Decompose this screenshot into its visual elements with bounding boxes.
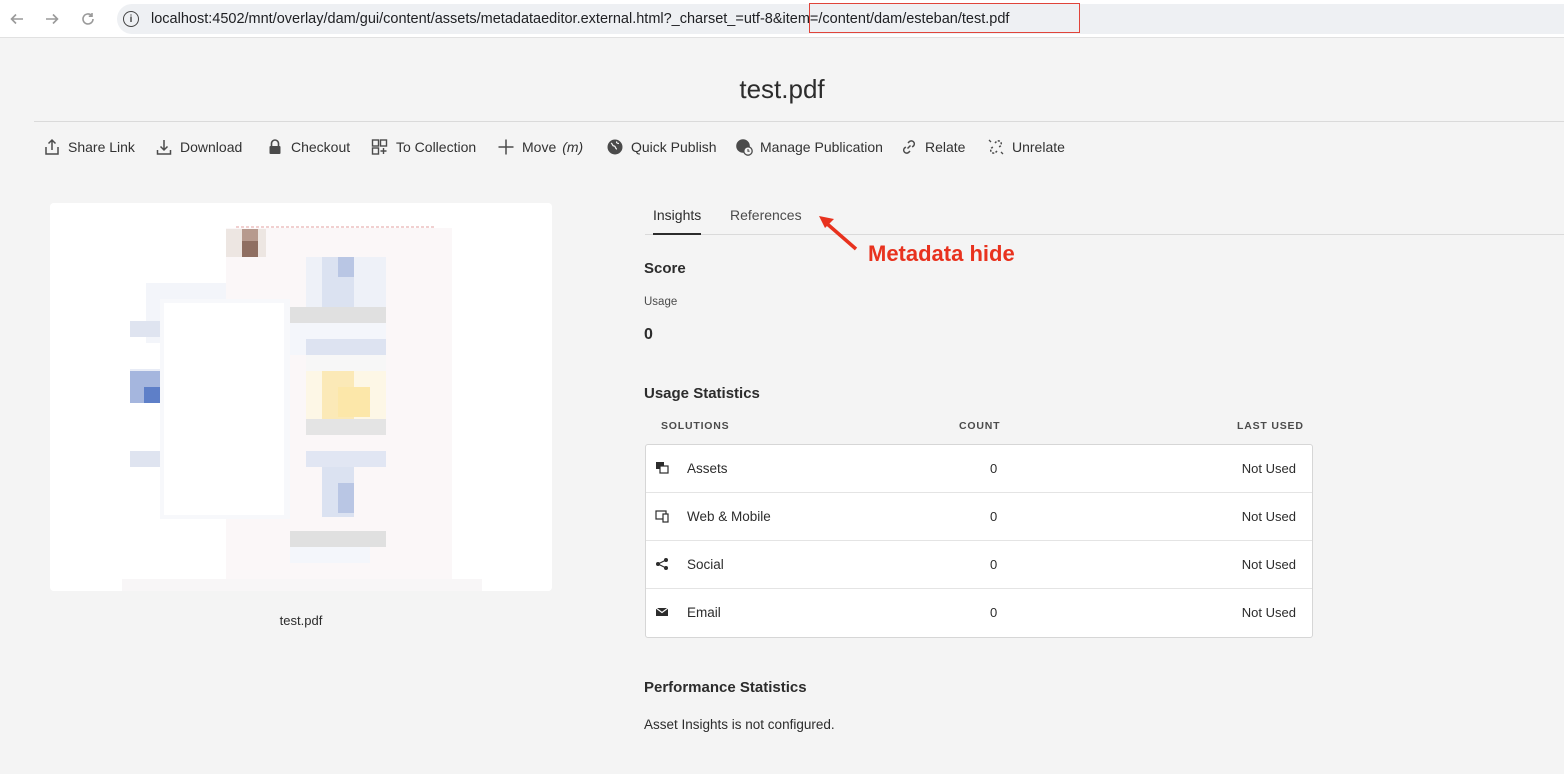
unrelate-button[interactable]: Unrelate (987, 134, 1065, 160)
asset-preview[interactable] (50, 203, 552, 591)
solution-name: Email (687, 605, 721, 620)
performance-statistics-heading: Performance Statistics (644, 679, 807, 696)
usage-label: Usage (644, 296, 678, 308)
checkout-button[interactable]: Checkout (266, 134, 350, 160)
back-button[interactable] (7, 9, 27, 29)
share-link-button[interactable]: Share Link (43, 134, 135, 160)
link-icon (902, 140, 916, 154)
download-icon (156, 140, 172, 155)
move-shortcut: (m) (562, 139, 584, 155)
solution-count: 0 (990, 461, 998, 476)
relate-button[interactable]: Relate (900, 134, 965, 160)
performance-statistics-message: Asset Insights is not configured. (644, 717, 835, 732)
move-button[interactable]: Move (m) (497, 134, 583, 160)
preview-caption: test.pdf (279, 613, 323, 628)
manage-publication-label: Manage Publication (760, 139, 883, 155)
relate-label: Relate (925, 139, 966, 155)
solution-last-used: Not Used (1241, 461, 1296, 476)
tab-references[interactable]: References (730, 196, 802, 234)
to-collection-label: To Collection (396, 139, 477, 155)
reload-icon (82, 13, 94, 25)
url-highlight-box (809, 3, 1080, 33)
solution-last-used: Not Used (1241, 605, 1296, 620)
download-label: Download (180, 139, 243, 155)
column-header-last-used: LAST USED (1237, 420, 1304, 432)
move-icon (498, 139, 514, 155)
score-heading: Score (644, 260, 686, 277)
solution-name: Web & Mobile (687, 509, 771, 524)
table-row: Social 0 Not Used (646, 541, 1312, 589)
globe-clock-icon (736, 139, 753, 156)
download-button[interactable]: Download (155, 134, 242, 160)
unrelate-label: Unrelate (1012, 139, 1065, 155)
solution-count: 0 (990, 557, 998, 572)
solution-last-used: Not Used (1241, 509, 1296, 524)
share-link-icon (45, 138, 59, 155)
column-header-solutions: SOLUTIONS (661, 420, 730, 432)
share-link-label: Share Link (68, 139, 135, 155)
tab-insights[interactable]: Insights (653, 196, 702, 235)
quick-publish-button[interactable]: Quick Publish (606, 134, 717, 160)
globe-icon (607, 139, 623, 155)
browser-toolbar: i localhost:4502/mnt/overlay/dam/gui/con… (0, 0, 1564, 38)
arrow-left-icon (10, 13, 23, 25)
table-row: Assets 0 Not Used (646, 445, 1312, 493)
share-icon (656, 558, 668, 570)
move-label: Move (522, 139, 557, 155)
forward-button[interactable] (42, 9, 62, 29)
annotation-arrow-icon (819, 216, 858, 251)
column-header-count: COUNT (959, 420, 1001, 432)
lock-icon (269, 139, 281, 154)
title-divider (34, 121, 1564, 122)
page-title: test.pdf (739, 74, 825, 104)
usage-value: 0 (644, 326, 653, 343)
table-row: Email 0 Not Used (646, 589, 1312, 637)
unlink-icon (988, 139, 1004, 155)
checkout-label: Checkout (291, 139, 351, 155)
web-mobile-icon (655, 510, 669, 523)
solution-name: Assets (687, 461, 728, 476)
arrow-right-icon (46, 13, 59, 25)
email-icon (655, 607, 669, 616)
action-toolbar: Share Link Download Checkout To Collecti… (0, 134, 1564, 160)
to-collection-button[interactable]: To Collection (371, 134, 476, 160)
manage-publication-button[interactable]: Manage Publication (735, 134, 883, 160)
usage-statistics-heading: Usage Statistics (644, 385, 760, 402)
usage-statistics-table: Assets 0 Not Used Web & Mobile 0 Not Use… (645, 444, 1313, 638)
solution-last-used: Not Used (1241, 557, 1296, 572)
solution-count: 0 (990, 605, 998, 620)
pdf-thumbnail-image (50, 203, 552, 591)
add-to-collection-icon (371, 139, 388, 155)
solution-count: 0 (990, 509, 998, 524)
assets-icon (656, 462, 669, 474)
annotation-text: Metadata hide (868, 241, 1015, 266)
info-icon[interactable]: i (123, 11, 139, 27)
reload-button[interactable] (78, 9, 98, 29)
table-row: Web & Mobile 0 Not Used (646, 493, 1312, 541)
quick-publish-label: Quick Publish (631, 139, 717, 155)
solution-name: Social (687, 557, 724, 572)
insights-tabs: Insights References (645, 196, 1564, 235)
